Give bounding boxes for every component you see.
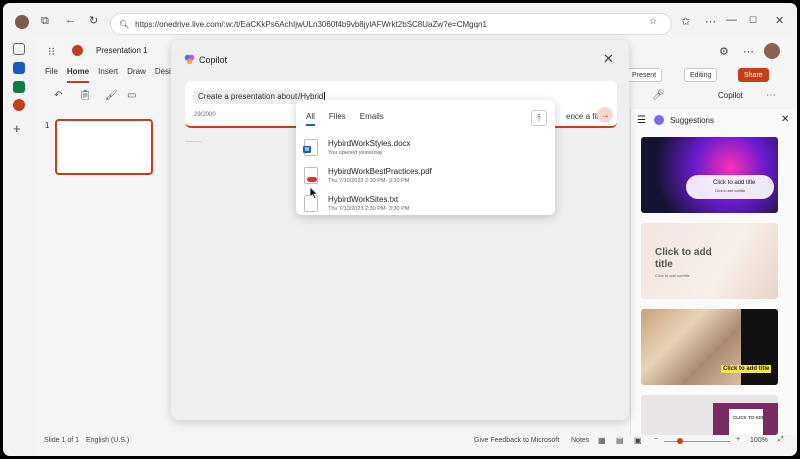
word-app-icon[interactable] (13, 62, 25, 74)
pdf-file-icon (304, 167, 318, 184)
more-icon[interactable]: ⋯ (743, 45, 754, 58)
new-slide-icon[interactable]: ▭ (127, 90, 136, 101)
user-avatar[interactable] (764, 43, 780, 59)
favorites-icon[interactable]: ✩ (681, 15, 690, 28)
close-window-icon[interactable]: ✕ (775, 14, 784, 27)
microphone-icon[interactable]: 🎤︎ (652, 90, 665, 101)
browser-toolbar: ⧉ ← ↻ 🔍︎ https://onedrive.live.com/:w:/t… (3, 3, 797, 37)
copilot-ribbon-button[interactable]: Copilot (718, 91, 743, 100)
suggestions-pane: ☰ Suggestions ✕ Click to add title Click… (630, 109, 797, 435)
format-painter-icon[interactable]: 🖌︎ (105, 90, 118, 101)
zoom-slider-thumb[interactable] (677, 438, 683, 444)
refresh-icon[interactable]: ↻ (89, 14, 98, 27)
profile-avatar[interactable] (15, 15, 29, 29)
copilot-title: Copilot (199, 55, 228, 65)
zoom-out-icon[interactable]: − (654, 436, 658, 443)
file-name: HybirdWorkStyles.docx (328, 139, 411, 148)
suggestion-card[interactable]: Click to add title Click to add subtitle (641, 137, 778, 213)
upload-icon[interactable]: ⤒ (531, 110, 547, 126)
tab-insert[interactable]: Insert (98, 67, 118, 83)
app-launcher-icon[interactable]: ⁝⁝ (48, 45, 55, 58)
favorite-icon[interactable]: ☆ (649, 16, 657, 27)
back-icon[interactable]: ← (65, 14, 76, 26)
ribbon-tabs: File Home Insert Draw Design (36, 67, 180, 83)
zoom-in-icon[interactable]: + (736, 436, 740, 443)
tab-home[interactable]: Home (66, 67, 90, 83)
file-name: HybirdWorkSites.txt (328, 195, 399, 204)
feedback-link[interactable]: Give Feedback to Microsoft (474, 437, 559, 444)
browser-window: ⧉ ← ↻ 🔍︎ https://onedrive.live.com/:w:/t… (3, 3, 797, 456)
close-pane-icon[interactable]: ✕ (781, 114, 789, 125)
maximize-icon[interactable]: ☐ (749, 15, 757, 26)
copilot-dialog: Copilot ✕ Create a presentation about /H… (171, 40, 629, 420)
suggestions-header: ☰ Suggestions ✕ (631, 109, 797, 131)
slide-thumbnail-pane: 1 (36, 109, 166, 429)
file-picker-tabs: All Files Emails (306, 112, 384, 126)
normal-view-icon[interactable]: ▦ (598, 436, 606, 445)
fit-slide-icon[interactable]: ⤢ (778, 436, 784, 444)
file-list-item[interactable]: W HybirdWorkStyles.docx You opened yeste… (303, 137, 547, 163)
suggestion-card[interactable]: CLICK TO ADD (641, 395, 778, 435)
file-meta: Thu 7/10/2023 2:30 PM- 3:30 PM (328, 206, 410, 212)
tab-emails[interactable]: Emails (360, 112, 384, 126)
file-list-item[interactable]: HybirdWorkSites.txt Thu 7/10/2023 2:30 P… (304, 193, 547, 219)
file-meta: You opened yesterday (328, 150, 383, 156)
present-button[interactable]: Present (626, 68, 663, 82)
zoom-slider[interactable] (664, 441, 730, 442)
document-title[interactable]: Presentation 1 (96, 46, 148, 55)
file-name: HybirdWorkBestPractices.pdf (328, 167, 432, 176)
undo-icon[interactable]: ↶ (54, 90, 62, 101)
powerpoint-app-icon[interactable] (13, 99, 25, 111)
pane-menu-icon[interactable]: ☰ (637, 115, 646, 126)
tab-files[interactable]: Files (329, 112, 346, 126)
slide-number: 1 (45, 121, 50, 130)
suggestion-card[interactable]: Click to add title Click to add subtitle (641, 223, 778, 299)
prompt-chip[interactable]: Create a presentation about (193, 90, 303, 104)
slide-thumbnail[interactable] (55, 119, 153, 175)
excel-app-icon[interactable] (13, 81, 25, 93)
language[interactable]: English (U.S.) (86, 437, 129, 444)
copilot-logo-icon (184, 54, 195, 65)
ribbon-more-icon[interactable]: ⋯ (766, 90, 776, 101)
minimize-icon[interactable]: — (726, 14, 737, 26)
menu-icon[interactable]: ⋯ (705, 15, 716, 28)
tab-draw[interactable]: Draw (127, 67, 146, 83)
sorter-view-icon[interactable]: ▤ (616, 436, 624, 445)
add-icon[interactable]: + (13, 121, 21, 136)
tab-all[interactable]: All (306, 112, 315, 126)
share-button[interactable]: Share (738, 68, 769, 82)
editing-button[interactable]: Editing (684, 68, 718, 82)
close-icon[interactable]: ✕ (603, 51, 614, 67)
designer-icon (653, 115, 664, 125)
powerpoint-logo-icon (72, 45, 83, 56)
search-icon: 🔍︎ (119, 19, 130, 29)
zoom-level[interactable]: 100% (750, 437, 768, 444)
status-bar: Slide 1 of 1 English (U.S.) Give Feedbac… (36, 435, 797, 449)
suggestion-card[interactable]: Click to add title (641, 309, 778, 385)
file-picker-dropdown: All Files Emails ⤒ W HybirdWorkStyles.do… (296, 100, 555, 215)
workspaces-icon[interactable]: ⧉ (41, 15, 49, 28)
word-file-icon: W (303, 139, 318, 156)
notes-button[interactable]: Notes (571, 437, 589, 444)
address-bar[interactable]: 🔍︎ https://onedrive.live.com/:w:/t/EaCKk… (110, 13, 672, 35)
tabs-icon[interactable] (13, 43, 25, 55)
mouse-pointer-icon (309, 186, 319, 200)
suggestions-title: Suggestions (669, 115, 714, 125)
send-icon[interactable]: → (597, 107, 613, 123)
divider (185, 141, 201, 142)
reading-view-icon[interactable]: ▣ (634, 436, 642, 445)
character-count: 29/2000 (194, 112, 216, 118)
file-meta: Thu 7/10/2023 2:30 PM- 3:30 PM (328, 178, 410, 184)
settings-icon[interactable]: ⚙ (719, 45, 729, 58)
paste-icon[interactable]: 📋︎ (79, 90, 92, 101)
file-list-item[interactable]: HybirdWorkBestPractices.pdf Thu 7/10/202… (304, 165, 547, 191)
browser-side-rail: + (3, 37, 35, 456)
url-text: https://onedrive.live.com/:w:/t/EaCKkPs6… (135, 19, 487, 29)
slide-count: Slide 1 of 1 (44, 437, 80, 444)
tab-file[interactable]: File (45, 67, 58, 83)
